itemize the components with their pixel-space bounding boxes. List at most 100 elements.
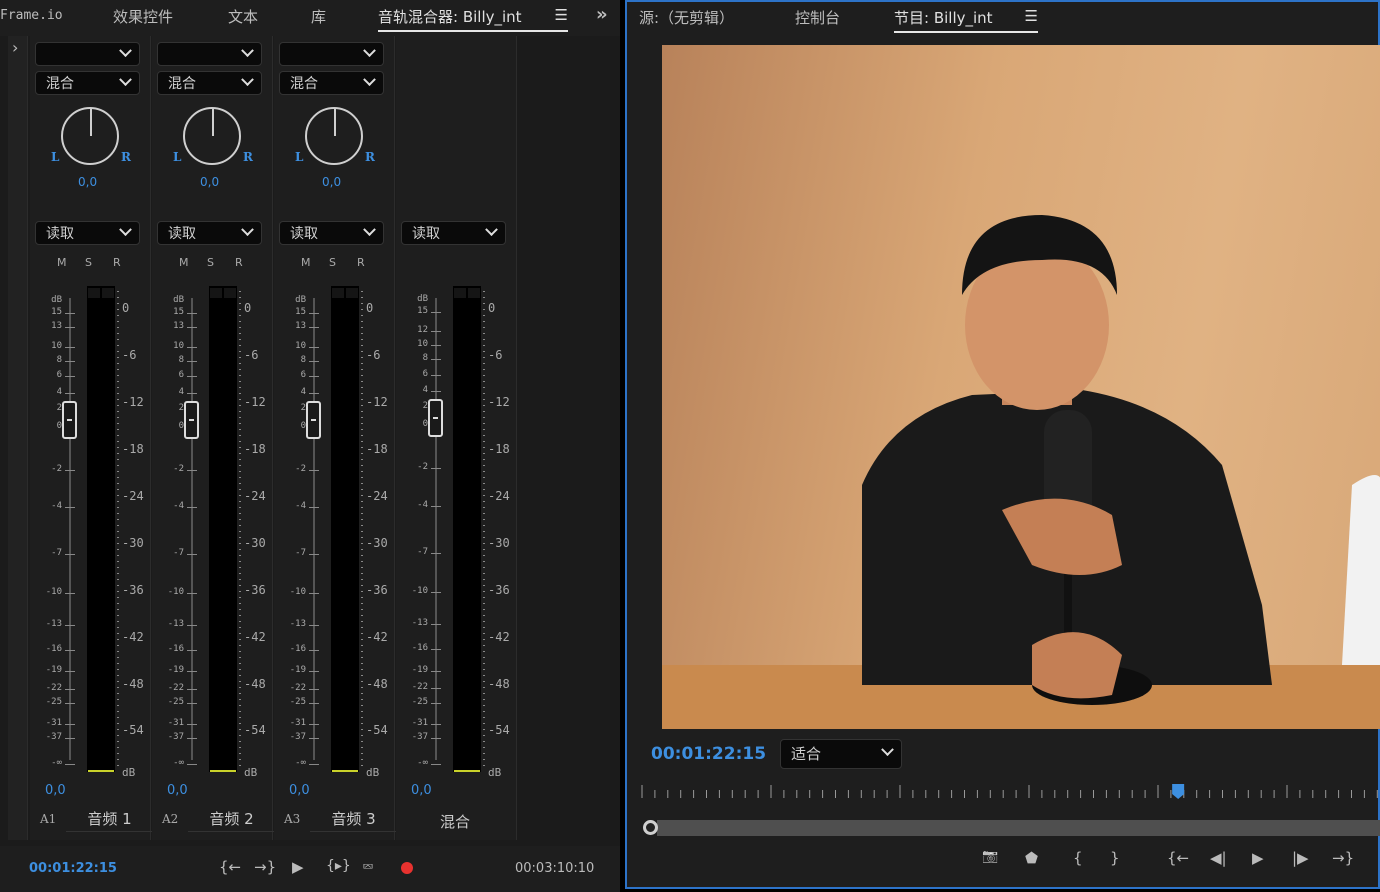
- go-to-in-icon[interactable]: {←: [219, 858, 241, 876]
- volume-value[interactable]: 0,0: [167, 783, 188, 798]
- fader-scale-label: 10: [162, 341, 184, 351]
- fader-scale-label: -22: [284, 683, 306, 693]
- mark-in-icon[interactable]: {: [1073, 849, 1083, 867]
- fader-tick: [431, 764, 441, 765]
- step-forward-icon[interactable]: |▶: [1292, 849, 1309, 867]
- play-icon[interactable]: ▶: [292, 858, 304, 876]
- record-button[interactable]: R: [113, 256, 121, 269]
- meter-scale-label: -48: [488, 677, 510, 691]
- mixer-current-time[interactable]: 00:01:22:15: [29, 861, 117, 876]
- tab-audio-track-mixer[interactable]: 音轨混合器: Billy_int☰: [378, 6, 568, 32]
- mute-button[interactable]: M: [301, 256, 311, 269]
- go-to-out-icon[interactable]: →}: [254, 858, 276, 876]
- track-mode-select[interactable]: 混合: [157, 71, 262, 95]
- hamburger-icon[interactable]: ☰: [555, 6, 568, 24]
- fader-tick: [187, 361, 197, 362]
- track-mode-select[interactable]: 混合: [279, 71, 384, 95]
- fader-tick: [431, 738, 441, 739]
- fader-scale-label: -10: [162, 587, 184, 597]
- peak-indicator-left[interactable]: [210, 288, 222, 298]
- track-input-select[interactable]: [35, 42, 140, 66]
- mute-button[interactable]: M: [57, 256, 67, 269]
- pan-value[interactable]: 0,0: [200, 175, 219, 189]
- zoom-level-select[interactable]: 适合: [780, 739, 902, 769]
- step-back-icon[interactable]: ◀|: [1210, 849, 1227, 867]
- solo-button[interactable]: S: [329, 256, 336, 269]
- fader-tick: [65, 625, 75, 626]
- tab-libraries[interactable]: 库: [311, 6, 326, 27]
- chevron-right-icon[interactable]: ›: [12, 38, 18, 57]
- go-to-in-icon[interactable]: {←: [1167, 849, 1189, 867]
- volume-value[interactable]: 0,0: [45, 783, 66, 798]
- fader-tick: [187, 764, 197, 765]
- tab-program[interactable]: 节目: Billy_int☰: [894, 7, 1038, 33]
- pan-knob[interactable]: [183, 107, 241, 165]
- program-timecode[interactable]: 00:01:22:15: [651, 744, 766, 764]
- peak-indicator-right[interactable]: [102, 288, 114, 298]
- solo-button[interactable]: S: [85, 256, 92, 269]
- volume-fader-handle[interactable]: [428, 399, 443, 437]
- pan-value[interactable]: 0,0: [322, 175, 341, 189]
- track-mode-select[interactable]: 混合: [35, 71, 140, 95]
- tab-effect-controls[interactable]: 效果控件: [113, 6, 173, 27]
- track-name-field[interactable]: 音频 2: [188, 808, 275, 832]
- fader-scale-label: -37: [284, 732, 306, 742]
- go-to-out-icon[interactable]: →}: [1332, 849, 1354, 867]
- export-frame-icon[interactable]: 📷: [982, 849, 998, 864]
- tab-text[interactable]: 文本: [228, 6, 258, 27]
- double-chevron-right-icon[interactable]: »: [596, 4, 608, 25]
- add-marker-icon[interactable]: ⬟: [1025, 849, 1038, 867]
- peak-indicator-left[interactable]: [332, 288, 344, 298]
- fader-tick: [431, 553, 441, 554]
- volume-fader-handle[interactable]: [306, 401, 321, 439]
- fader-tick: [431, 391, 441, 392]
- track-name-field[interactable]: 音频 1: [66, 808, 153, 832]
- meter-scale-label: -6: [488, 348, 502, 362]
- meter-scale-label: 0: [122, 301, 129, 315]
- peak-indicator-right[interactable]: [224, 288, 236, 298]
- peak-indicator-right[interactable]: [468, 288, 480, 298]
- fader-tick: [187, 703, 197, 704]
- scroll-handle[interactable]: [643, 820, 658, 835]
- pan-knob[interactable]: [305, 107, 363, 165]
- play-in-to-out-icon[interactable]: {▸}: [326, 858, 351, 874]
- volume-value[interactable]: 0,0: [289, 783, 310, 798]
- track-input-select[interactable]: [157, 42, 262, 66]
- tab-source[interactable]: 源:（无剪辑）: [639, 7, 734, 28]
- chevron-down-icon: [119, 44, 132, 57]
- video-frame[interactable]: [662, 45, 1380, 729]
- automation-mode-select[interactable]: 读取: [35, 221, 140, 245]
- automation-mode-select[interactable]: 读取: [157, 221, 262, 245]
- automation-mode-select[interactable]: 读取: [279, 221, 384, 245]
- volume-fader-handle[interactable]: [62, 401, 77, 439]
- meter-scale-label: -30: [366, 536, 388, 550]
- tab-audio-clip-mixer[interactable]: 控制台: [795, 7, 840, 28]
- play-icon[interactable]: ▶: [1252, 849, 1264, 867]
- record-button[interactable]: R: [357, 256, 365, 269]
- record-button[interactable]: R: [235, 256, 243, 269]
- mute-button[interactable]: M: [179, 256, 189, 269]
- meter-scale-label: -54: [488, 723, 510, 737]
- volume-value[interactable]: 0,0: [411, 783, 432, 798]
- zoom-scroll-bar[interactable]: [657, 820, 1380, 836]
- peak-indicator-right[interactable]: [346, 288, 358, 298]
- volume-fader-handle[interactable]: [184, 401, 199, 439]
- track-input-select[interactable]: [279, 42, 384, 66]
- solo-button[interactable]: S: [207, 256, 214, 269]
- loop-icon[interactable]: ⮹: [362, 858, 374, 876]
- track-name-field[interactable]: 音频 3: [310, 808, 397, 832]
- playhead[interactable]: [1172, 784, 1184, 799]
- tab-frameio[interactable]: Frame.io: [0, 8, 63, 23]
- peak-indicator-left[interactable]: [454, 288, 466, 298]
- fader-scale-label: 13: [40, 321, 62, 331]
- pan-knob[interactable]: [61, 107, 119, 165]
- fader-scale-label: -19: [162, 665, 184, 675]
- record-icon[interactable]: [401, 862, 413, 874]
- pan-value[interactable]: 0,0: [78, 175, 97, 189]
- meter-scale-label: -48: [366, 677, 388, 691]
- mark-out-icon[interactable]: }: [1110, 849, 1120, 867]
- hamburger-icon[interactable]: ☰: [1025, 7, 1038, 25]
- peak-indicator-left[interactable]: [88, 288, 100, 298]
- fader-tick: [187, 507, 197, 508]
- automation-mode-select[interactable]: 读取: [401, 221, 506, 245]
